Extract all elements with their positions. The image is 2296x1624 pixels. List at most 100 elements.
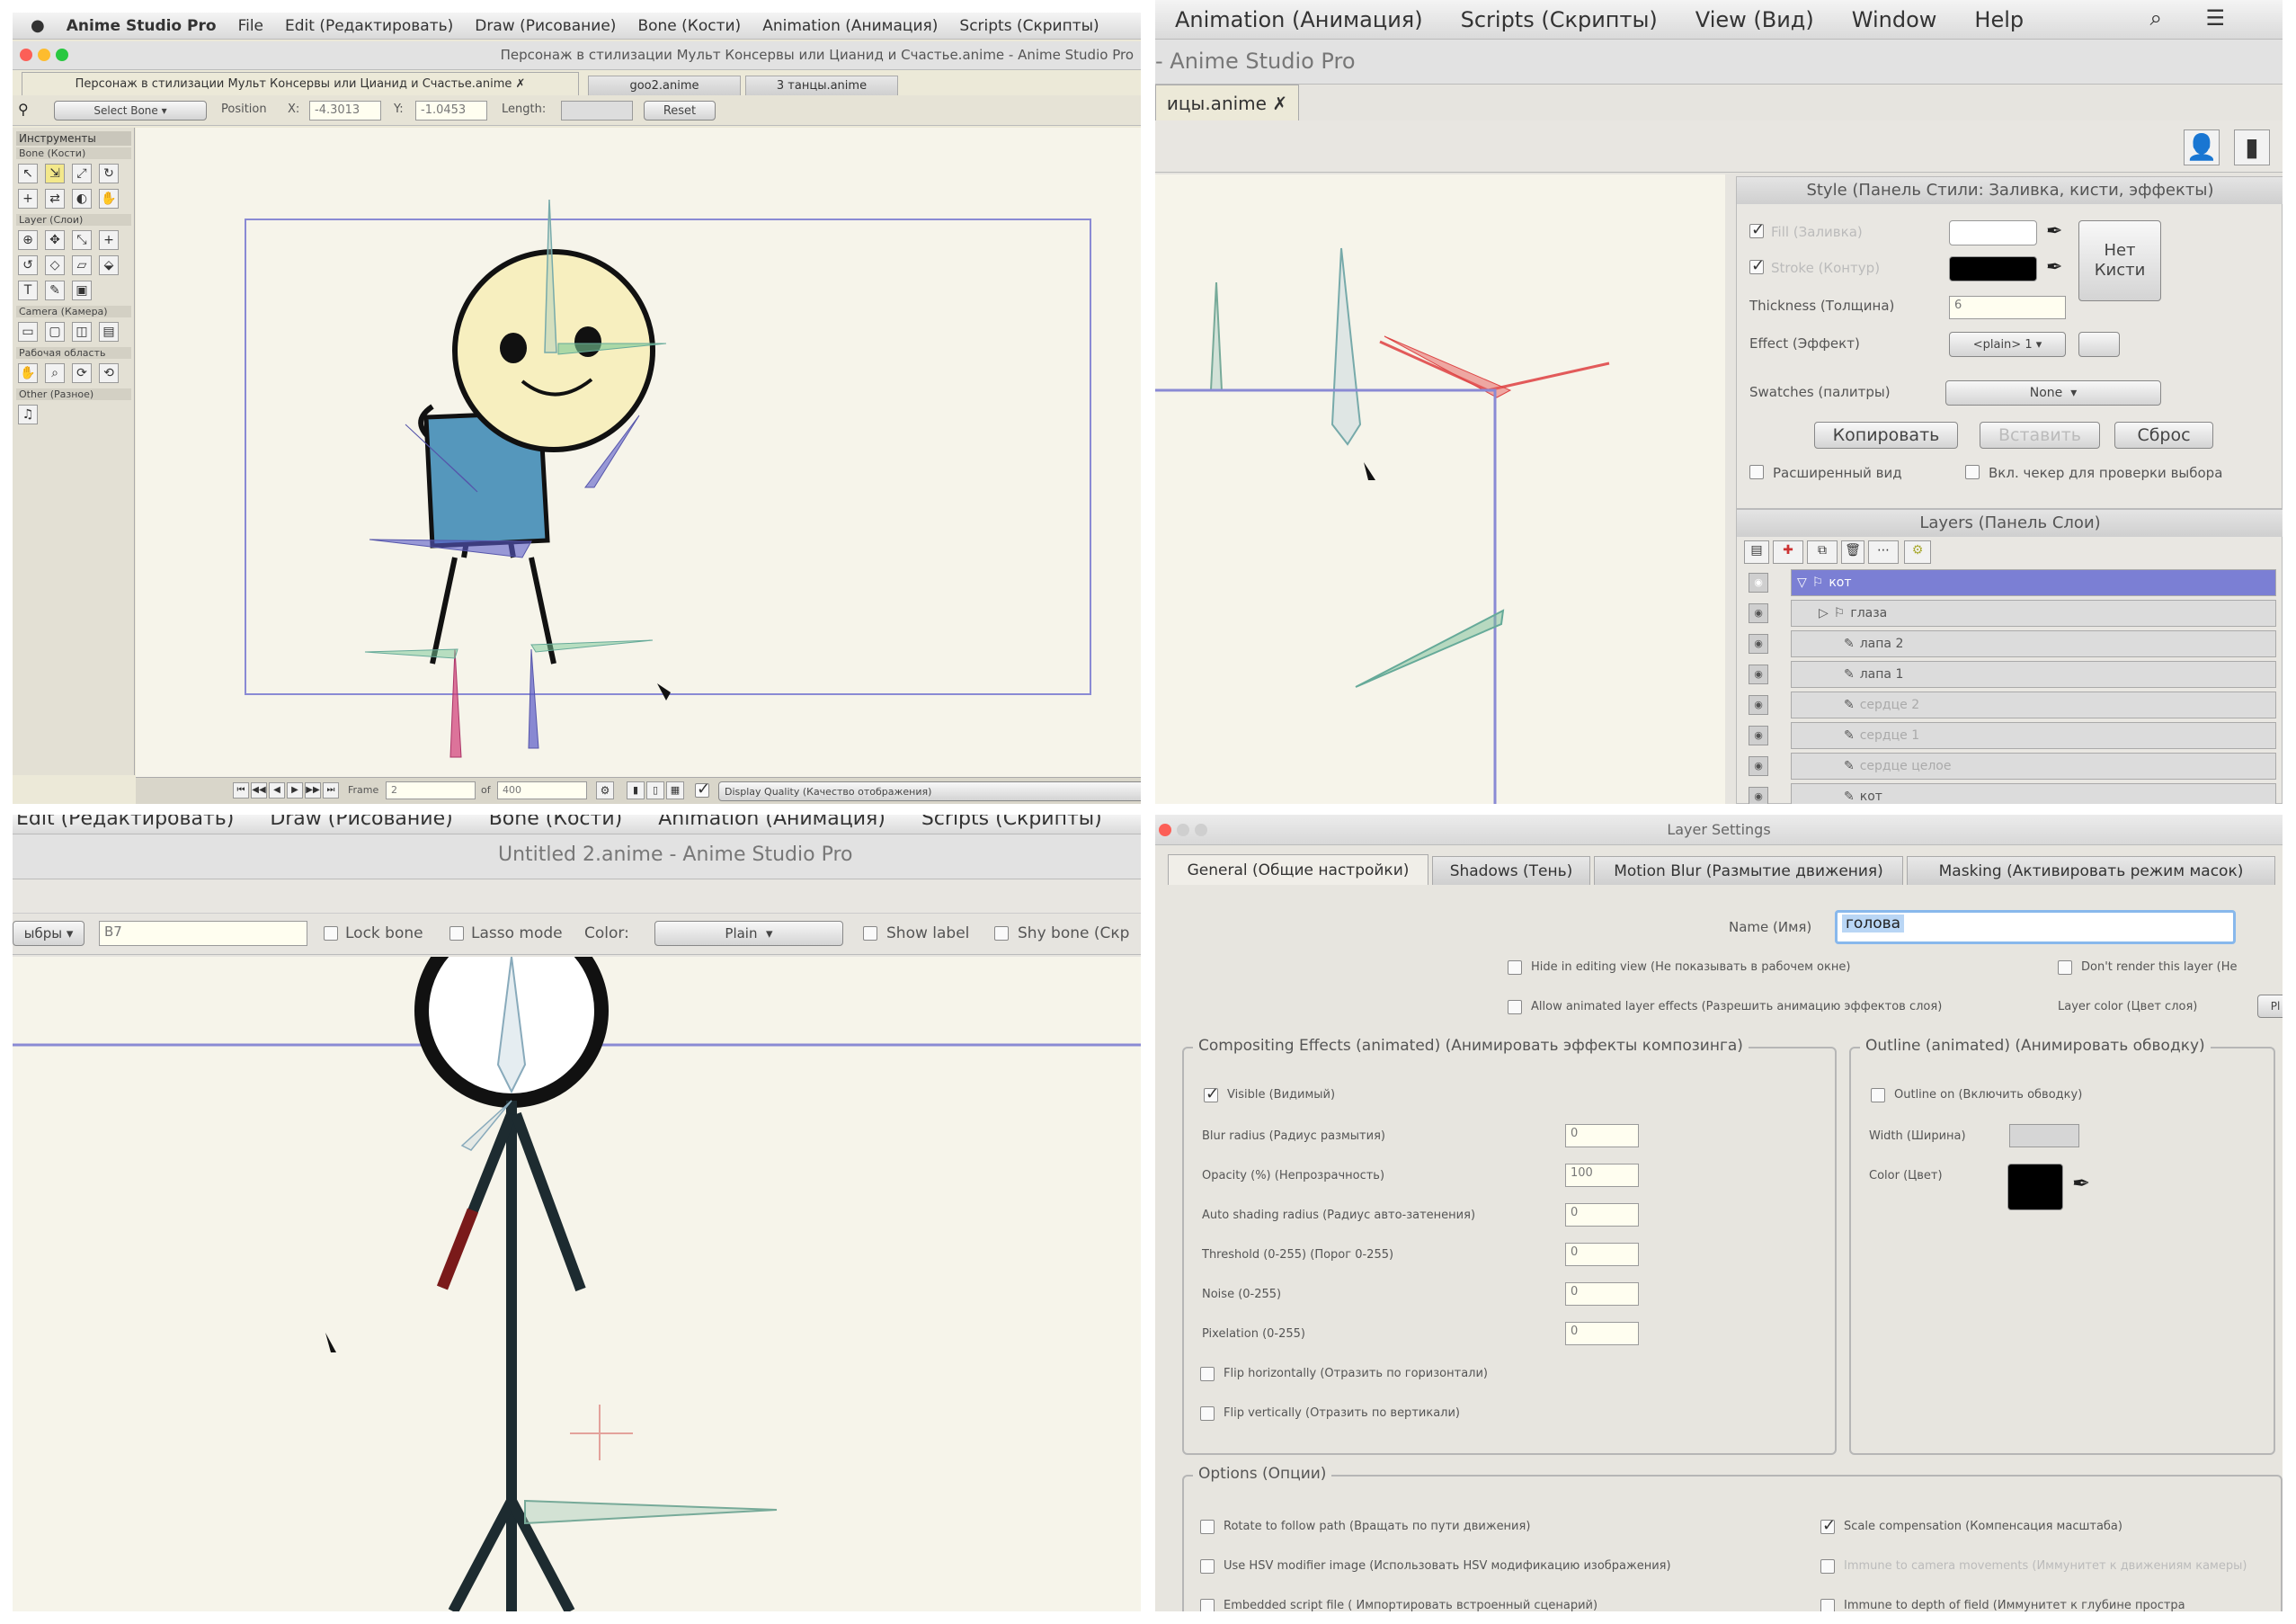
fill-eyedropper-icon[interactable]: ✒ <box>2046 220 2062 243</box>
lock-bone-checkbox[interactable] <box>324 926 338 941</box>
menu-scripts-3[interactable]: Scripts (Скрипты) <box>921 815 1102 830</box>
close-button[interactable] <box>20 49 32 61</box>
menu-view[interactable]: View (Вид) <box>1695 7 1814 32</box>
noise-input[interactable]: 0 <box>1565 1282 1639 1306</box>
bone-color-dropdown[interactable]: Plain ▾ <box>654 921 843 946</box>
text-tool[interactable]: T <box>18 281 38 300</box>
scale-compensation-checkbox[interactable] <box>1820 1516 1836 1535</box>
layer-row[interactable]: ◉ ✎ сердце 2 <box>1749 692 2276 718</box>
lasso-mode-checkbox[interactable] <box>449 926 464 941</box>
menu-edit-3[interactable]: Edit (Редактировать) <box>16 815 234 830</box>
show-label-checkbox[interactable] <box>863 926 877 941</box>
camera-pan-tool[interactable]: ▤ <box>99 322 119 342</box>
outline-width-input[interactable] <box>2009 1124 2079 1147</box>
tab-document-2[interactable]: goo2.anime <box>588 76 741 95</box>
camera-zoom-tool[interactable]: ▢ <box>45 322 65 342</box>
orbit-workspace-tool[interactable]: ⟲ <box>99 363 119 383</box>
layer-name-input[interactable]: голова <box>1835 910 2236 944</box>
settings-icon[interactable]: ⚙ <box>596 781 614 799</box>
drawing-canvas-3[interactable] <box>13 957 1141 1611</box>
layer-row[interactable]: ◉ ▽ ⚐ кот <box>1749 569 2276 596</box>
visible-checkbox[interactable] <box>1204 1084 1219 1103</box>
rewind-button[interactable]: ⏮ <box>233 782 249 799</box>
stroke-checkbox[interactable] <box>1749 256 1765 275</box>
embedded-script-checkbox[interactable] <box>1200 1599 1215 1611</box>
outline-eyedropper-icon[interactable]: ✒ <box>2072 1171 2090 1196</box>
fill-color-swatch[interactable] <box>1949 220 2037 245</box>
scale-layer-tool[interactable]: ⤡ <box>72 230 92 250</box>
hide-editing-checkbox[interactable] <box>1508 960 1522 975</box>
menu-draw-3[interactable]: Draw (Рисование) <box>270 815 452 830</box>
tab-document-3[interactable]: 3 танцы.anime <box>745 76 898 95</box>
paste-button[interactable]: Вставить <box>1980 422 2100 449</box>
library-icon[interactable]: ▮ <box>2234 129 2270 165</box>
no-brush-button[interactable]: Нет Кисти <box>2078 220 2161 301</box>
tab-document-p2[interactable]: ицы.anime ✗ <box>1155 85 1299 120</box>
outline-color-swatch[interactable] <box>2007 1164 2063 1210</box>
visibility-eye-icon[interactable]: ◉ <box>1749 603 1768 623</box>
effect-dropdown[interactable]: <plain> 1 ▾ <box>1949 332 2066 357</box>
menu-edit[interactable]: Edit (Редактировать) <box>285 17 453 35</box>
checker-checkbox[interactable] <box>1965 465 1980 479</box>
visibility-eye-icon[interactable]: ◉ <box>1749 756 1768 776</box>
visibility-eye-icon[interactable]: ◉ <box>1749 726 1768 745</box>
shear-layer-tool[interactable]: ◇ <box>45 255 65 275</box>
view-single-button[interactable]: ▮ <box>627 781 645 799</box>
rotate-workspace-tool[interactable]: ⟳ <box>72 363 92 383</box>
layer-row[interactable]: ◉ ✎ сердце целое <box>1749 753 2276 780</box>
visibility-eye-icon[interactable]: ◉ <box>1749 695 1768 715</box>
x-position-input[interactable]: -4.3013 <box>309 101 381 120</box>
step-forward-button[interactable]: ▶▶ <box>305 782 321 799</box>
bone-name-input[interactable]: B7 <box>99 921 307 946</box>
menu-scripts-2[interactable]: Scripts (Скрипты) <box>1461 7 1658 32</box>
layer-row[interactable]: ◉ ▷ ⚐ глаза <box>1749 600 2276 627</box>
add-layer-icon[interactable]: ✚ <box>1773 540 1803 564</box>
view-split-button[interactable]: ▯ <box>646 781 664 799</box>
expand-icon[interactable]: ▷ <box>1819 606 1829 620</box>
advanced-view-checkbox[interactable] <box>1749 465 1764 479</box>
tab-general[interactable]: General (Общие настройки) <box>1168 854 1428 885</box>
user-icon[interactable]: 👤 <box>2184 129 2220 165</box>
fast-forward-button[interactable]: ⏭ <box>323 782 339 799</box>
camera-roll-tool[interactable]: ◫ <box>72 322 92 342</box>
menu-animation-2[interactable]: Animation (Анимация) <box>1175 7 1423 32</box>
duplicate-layer-icon[interactable]: ⧉ <box>1807 540 1838 564</box>
rotate-path-checkbox[interactable] <box>1200 1520 1215 1534</box>
flip-horizontal-checkbox[interactable] <box>1200 1367 1215 1381</box>
add-bone-tool[interactable]: + <box>18 189 38 209</box>
scale-bone-tool[interactable]: ⤢ <box>72 164 92 183</box>
layer-selector-tool[interactable]: ▣ <box>72 281 92 300</box>
layer-row[interactable]: ◉ ✎ лапа 1 <box>1749 661 2276 688</box>
effect-settings-button[interactable] <box>2078 332 2120 357</box>
visibility-eye-icon[interactable]: ◉ <box>1749 665 1768 684</box>
menu-extra-icon[interactable]: ☰ <box>2205 5 2225 31</box>
maximize-button[interactable] <box>56 49 68 61</box>
allow-effects-checkbox[interactable] <box>1508 1000 1522 1014</box>
opacity-input[interactable]: 100 <box>1565 1164 1639 1187</box>
menu-animation[interactable]: Animation (Анимация) <box>762 17 938 35</box>
display-quality-dropdown[interactable]: Display Quality (Качество отображения) <box>718 781 1141 801</box>
minimize-button[interactable] <box>38 49 50 61</box>
blur-radius-input[interactable]: 0 <box>1565 1124 1639 1147</box>
visibility-eye-icon[interactable]: ◉ <box>1749 787 1768 804</box>
copy-button[interactable]: Копировать <box>1814 422 1958 449</box>
rotate-layer-tool[interactable]: ↺ <box>18 255 38 275</box>
hand-tool[interactable]: ✋ <box>18 363 38 383</box>
delete-layer-icon[interactable]: 🗑 <box>1841 540 1864 564</box>
flip-vertical-checkbox[interactable] <box>1200 1406 1215 1421</box>
frame-input[interactable]: 2 <box>386 781 476 799</box>
visibility-eye-icon[interactable]: ◉ <box>1749 573 1768 593</box>
eyedropper-tool[interactable]: ✎ <box>45 281 65 300</box>
expand-icon[interactable]: ▽ <box>1797 576 1807 590</box>
menu-file[interactable]: File <box>238 17 263 35</box>
swatches-dropdown[interactable]: None ▾ <box>1945 380 2161 406</box>
tab-masking[interactable]: Masking (Активировать режим масок) <box>1907 856 2275 885</box>
app-name[interactable]: Anime Studio Pro <box>67 17 217 35</box>
stroke-eyedropper-icon[interactable]: ✒ <box>2046 256 2062 279</box>
fill-checkbox[interactable] <box>1749 220 1765 239</box>
layer-row[interactable]: ◉ ✎ сердце 1 <box>1749 722 2276 749</box>
camera-track-tool[interactable]: ▭ <box>18 322 38 342</box>
view-quad-button[interactable]: ▦ <box>666 781 684 799</box>
tab-document-1[interactable]: Персонаж в стилизации Мульт Консервы или… <box>22 72 579 95</box>
thickness-input[interactable]: 6 <box>1949 296 2066 319</box>
